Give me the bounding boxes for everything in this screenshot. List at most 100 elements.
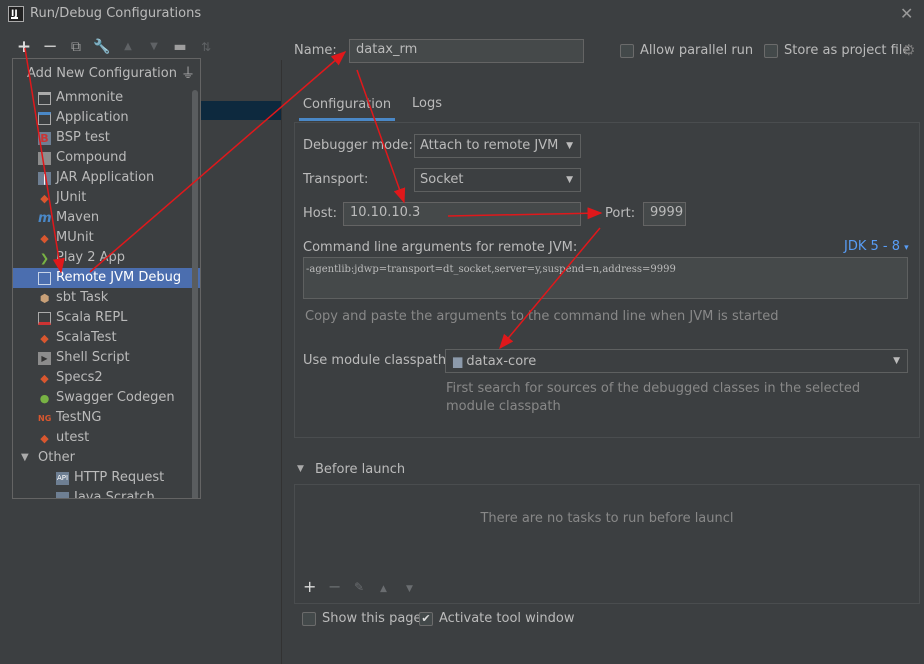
list-item-munit[interactable]: ◆ MUnit	[13, 228, 200, 248]
cmdline-args-text[interactable]: -agentlib:jdwp=transport=dt_socket,serve…	[303, 257, 908, 299]
gear-icon[interactable]: ⚙	[902, 41, 915, 59]
selected-tree-row[interactable]	[200, 101, 282, 120]
panel-divider	[281, 60, 282, 664]
chevron-down-icon: ▼	[566, 175, 573, 185]
specs2-icon: ◆	[40, 372, 49, 385]
wrench-icon[interactable]: 🔧	[93, 38, 111, 56]
chevron-down-icon[interactable]: ▼	[21, 448, 29, 468]
move-down-icon: ▼	[150, 41, 158, 52]
store-as-project-file-checkbox[interactable]	[764, 44, 778, 58]
module-hint-line1: First search for sources of the debugged…	[446, 381, 861, 396]
before-launch-panel: There are no tasks to run before launcl …	[294, 484, 920, 604]
close-icon[interactable]: ✕	[900, 4, 913, 23]
copy-icon[interactable]: ⧉	[67, 38, 85, 56]
list-item-shell-script[interactable]: ▶ Shell Script	[13, 348, 200, 368]
jar-application-icon: |	[38, 172, 51, 185]
show-this-page-label: Show this page	[322, 611, 422, 626]
chevron-down-icon[interactable]: ▼	[297, 464, 304, 474]
testng-icon: NG	[38, 414, 52, 423]
list-item-ammonite[interactable]: Ammonite	[13, 88, 200, 108]
scalatest-icon: ◆	[40, 332, 49, 345]
new-folder-icon[interactable]: ▬	[171, 38, 189, 56]
list-item-application[interactable]: Application	[13, 108, 200, 128]
host-label: Host:	[303, 206, 337, 221]
transport-select[interactable]: Socket ▼	[414, 168, 581, 192]
add-task-icon[interactable]: +	[303, 577, 316, 596]
list-item-specs2[interactable]: ◆ Specs2	[13, 368, 200, 388]
jdk-version-dropdown[interactable]: JDK 5 - 8 ▾	[844, 239, 909, 254]
name-label: Name:	[294, 43, 337, 58]
junit-icon: ◆	[40, 192, 49, 205]
list-item-scala-repl[interactable]: Scala REPL	[13, 308, 200, 328]
bsp-test-icon: B	[38, 132, 51, 145]
utest-icon: ◆	[40, 432, 49, 445]
title-bar: IJ Run/Debug Configurations ✕	[0, 0, 924, 30]
store-as-project-file-label: Store as project file	[784, 43, 911, 58]
list-item-http-request[interactable]: API HTTP Request	[13, 468, 200, 488]
list-item-swagger-codegen[interactable]: ● Swagger Codegen	[13, 388, 200, 408]
before-launch-label[interactable]: Before launch	[315, 462, 405, 477]
play2-icon: ❯	[39, 252, 50, 265]
list-item-testng[interactable]: NG TestNG	[13, 408, 200, 428]
list-item-remote-jvm-debug[interactable]: Remote JVM Debug	[13, 268, 200, 288]
allow-parallel-run-checkbox[interactable]	[620, 44, 634, 58]
move-task-up-icon: ▲	[380, 584, 387, 594]
list-item-jar-application[interactable]: | JAR Application	[13, 168, 200, 188]
debugger-mode-value: Attach to remote JVM	[420, 138, 559, 153]
list-item-junit[interactable]: ◆ JUnit	[13, 188, 200, 208]
munit-icon: ◆	[40, 232, 49, 245]
activate-tool-window-label: Activate tool window	[439, 611, 575, 626]
popup-header: Add New Configuration ⏚	[13, 59, 200, 86]
port-input[interactable]: 9999	[643, 202, 686, 226]
edit-task-icon: ✎	[354, 580, 365, 594]
name-input[interactable]: datax_rm	[349, 39, 584, 63]
debugger-mode-select[interactable]: Attach to remote JVM ▼	[414, 134, 581, 158]
popup-title: Add New Configuration	[27, 66, 177, 81]
module-classpath-select[interactable]: ▆ datax-core ▼	[445, 349, 908, 373]
maven-icon: m	[38, 211, 52, 226]
intellij-app-icon: IJ	[8, 6, 24, 22]
filter-icon[interactable]: ⏚	[181, 63, 195, 83]
http-request-icon: API	[56, 472, 69, 485]
allow-parallel-run-label: Allow parallel run	[640, 43, 754, 58]
chevron-down-icon: ▾	[904, 243, 909, 253]
jdk-version-label: JDK 5 - 8	[844, 239, 900, 254]
add-new-configuration-popup: Add New Configuration ⏚ Ammonite Applica…	[12, 58, 201, 499]
host-input[interactable]: 10.10.10.3	[343, 202, 581, 226]
swagger-icon: ●	[39, 392, 50, 405]
chevron-down-icon: ▼	[893, 356, 900, 366]
module-classpath-label: Use module classpath:	[303, 353, 451, 368]
list-item-sbt-task[interactable]: ⬢ sbt Task	[13, 288, 200, 308]
cmdline-label: Command line arguments for remote JVM:	[303, 240, 578, 255]
list-item-maven[interactable]: m Maven	[13, 208, 200, 228]
popup-scrollbar[interactable]	[192, 90, 198, 498]
show-this-page-checkbox[interactable]	[302, 612, 316, 626]
list-item-scalatest[interactable]: ◆ ScalaTest	[13, 328, 200, 348]
module-folder-icon: ▆	[453, 354, 463, 368]
transport-label: Transport:	[303, 172, 369, 187]
group-other[interactable]: ▼ Other	[13, 448, 200, 468]
remove-icon[interactable]: −	[41, 38, 59, 56]
scala-repl-icon	[38, 312, 51, 325]
compound-icon	[38, 152, 51, 165]
no-tasks-message: There are no tasks to run before launcl	[480, 511, 734, 526]
window-title: Run/Debug Configurations	[30, 6, 202, 21]
add-icon[interactable]: +	[15, 38, 33, 56]
debugger-mode-label: Debugger mode:	[303, 138, 413, 153]
activate-tool-window-checkbox[interactable]: ✔	[419, 612, 433, 626]
tab-active-indicator	[299, 118, 395, 121]
module-hint-line2: module classpath	[446, 399, 561, 414]
ammonite-icon	[38, 92, 51, 105]
move-task-down-icon: ▼	[406, 584, 413, 594]
sort-icon: ⇅	[200, 40, 212, 54]
list-item-utest[interactable]: ◆ utest	[13, 428, 200, 448]
tab-logs[interactable]: Logs	[412, 96, 442, 111]
transport-value: Socket	[420, 172, 464, 187]
list-item-play2-app[interactable]: ❯ Play 2 App	[13, 248, 200, 268]
list-item-bsp-test[interactable]: B BSP test	[13, 128, 200, 148]
sbt-icon: ⬢	[39, 292, 50, 305]
list-item-java-scratch[interactable]: Java Scratch	[13, 488, 200, 498]
cmdline-hint: Copy and paste the arguments to the comm…	[305, 309, 779, 324]
shell-script-icon: ▶	[38, 352, 51, 365]
list-item-compound[interactable]: Compound	[13, 148, 200, 168]
